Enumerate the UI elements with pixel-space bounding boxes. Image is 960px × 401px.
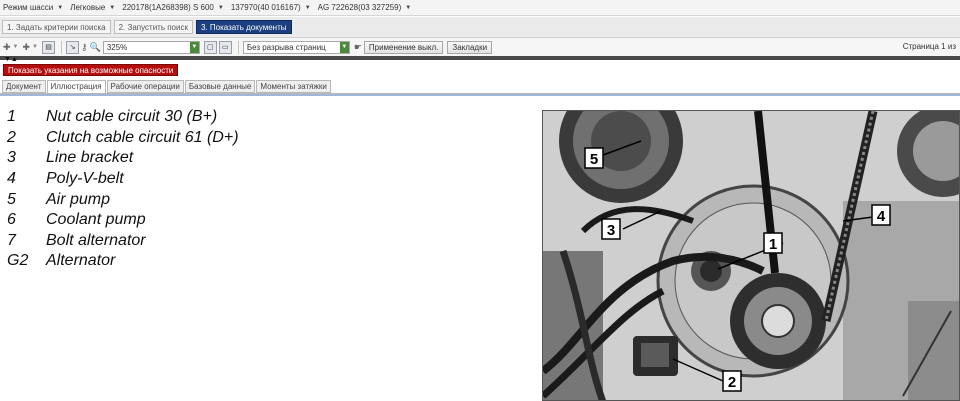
- crumb-model-label: 220178(1A268398) S 600: [122, 3, 214, 12]
- legend-item: 6 Coolant pump: [7, 210, 239, 231]
- select-area-icon[interactable]: ↘: [66, 40, 79, 54]
- tab-work-operations[interactable]: Рабочие операции: [106, 80, 184, 93]
- legend-item: 3 Line bracket: [7, 148, 239, 169]
- show-hazards-button[interactable]: Показать указания на возможные опасности: [3, 64, 179, 76]
- callout-5: 5: [590, 151, 598, 168]
- apply-toggle-button[interactable]: Применение выкл.: [363, 40, 444, 54]
- tab-document[interactable]: Документ: [2, 80, 46, 93]
- legend-item: 5 Air pump: [7, 189, 239, 210]
- legend-number: 4: [7, 170, 16, 188]
- callout-1: 1: [769, 236, 777, 253]
- chevron-down-icon: ▼: [405, 4, 412, 11]
- forward-dropdown-icon[interactable]: ▼: [32, 41, 38, 54]
- legend-text: Clutch cable circuit 61 (D+): [46, 128, 239, 146]
- step-show-documents[interactable]: 3. Показать документы: [195, 20, 292, 34]
- legend-item: G2 Alternator: [7, 251, 239, 272]
- crumb-engine[interactable]: 137970(40 016167) ▼: [231, 3, 311, 12]
- tab-basic-data[interactable]: Базовые данные: [184, 80, 256, 93]
- chevron-down-icon: ▼: [57, 4, 64, 11]
- callout-2: 2: [728, 374, 736, 391]
- toolbar-separator: [61, 40, 62, 54]
- crumb-model[interactable]: 220178(1A268398) S 600 ▼: [122, 3, 224, 12]
- legend-text: Line bracket: [46, 149, 134, 167]
- fit-page-icon[interactable]: ▢: [203, 40, 217, 54]
- engine-illustration: 1 2 3 4 5: [542, 110, 960, 401]
- zoom-icon[interactable]: 🔍: [90, 41, 101, 54]
- page-indicator: Страница 1 из: [902, 42, 956, 51]
- crumb-transmission-label: AG 722628(03 327259): [317, 3, 402, 12]
- bookmarks-button[interactable]: Закладки: [447, 40, 493, 54]
- key-icon[interactable]: ⚷: [81, 41, 88, 54]
- page-mode-select[interactable]: Без разрыва страниц ▼: [242, 40, 350, 54]
- legend-text: Air pump: [46, 190, 111, 208]
- engine-drawing: 1 2 3 4 5: [543, 111, 959, 400]
- legend-item: 2 Clutch cable circuit 61 (D+): [7, 128, 239, 149]
- legend-item: 1 Nut cable circuit 30 (B+): [7, 107, 239, 128]
- legend-number: 5: [7, 190, 16, 208]
- legend-number: G2: [7, 252, 29, 270]
- step-run-search[interactable]: 2. Запустить поиск: [113, 20, 193, 34]
- chevron-down-icon: ▼: [189, 41, 199, 53]
- legend-text: Nut cable circuit 30 (B+): [46, 108, 218, 126]
- crumb-engine-label: 137970(40 016167): [230, 3, 301, 12]
- legend-number: 3: [7, 149, 16, 167]
- legend-number: 2: [7, 128, 16, 146]
- page-mode-value: Без разрыва страниц: [246, 42, 326, 52]
- zoom-select[interactable]: 325% ▼: [102, 40, 200, 54]
- legend-item: 7 Bolt alternator: [7, 231, 239, 252]
- legend-text: Coolant pump: [46, 211, 146, 229]
- chevron-down-icon: ▼: [304, 4, 311, 11]
- legend-number: 7: [7, 231, 16, 249]
- crumb-vehicle-type[interactable]: Легковые ▼: [70, 3, 115, 12]
- callout-4: 4: [877, 208, 886, 225]
- legend-text: Poly-V-belt: [46, 170, 124, 188]
- chevron-down-icon: ▼: [217, 4, 224, 11]
- vehicle-path-bar: Режим шасси ▼ Легковые ▼ 220178(1A268398) …: [0, 0, 960, 16]
- back-dropdown-icon[interactable]: ▼: [13, 41, 19, 54]
- callout-3: 3: [607, 222, 615, 239]
- fit-width-icon[interactable]: ▭: [218, 40, 232, 54]
- print-icon[interactable]: ▤: [42, 40, 55, 54]
- toolbar-separator: [237, 40, 239, 54]
- legend-number: 1: [7, 108, 16, 126]
- document-tabs: Документ Иллюстрация Рабочие операции Ба…: [2, 80, 332, 94]
- legend-text: Alternator: [46, 252, 116, 270]
- crumb-vehicle-type-label: Легковые: [70, 3, 106, 12]
- legend-text: Bolt alternator: [46, 231, 146, 249]
- step-define-criteria[interactable]: 1. Задать критерии поиска: [2, 20, 111, 34]
- document-toolbar: ✚ ▼ ✚ ▼ ▤ ↘ ⚷ 🔍 325% ▼ ▢ ▭ Без разрыва с…: [0, 38, 960, 56]
- chevron-down-icon: ▼: [339, 41, 349, 53]
- crumb-mode[interactable]: Режим шасси ▼: [3, 3, 63, 12]
- step-bar: 1. Задать критерии поиска 2. Запустить п…: [0, 17, 960, 38]
- content-top-border: [0, 94, 960, 96]
- back-icon[interactable]: ✚: [3, 41, 11, 54]
- legend-number: 6: [7, 211, 16, 229]
- collapse-toggle-icon[interactable]: ▼▲: [4, 56, 18, 63]
- hand-tool-icon[interactable]: ☛: [354, 41, 362, 54]
- crumb-transmission[interactable]: AG 722628(03 327259) ▼: [318, 3, 412, 12]
- panel-splitter[interactable]: [0, 56, 960, 60]
- tab-tightening-torques[interactable]: Моменты затяжки: [256, 80, 331, 93]
- crumb-mode-label: Режим шасси: [3, 3, 54, 12]
- forward-icon[interactable]: ✚: [23, 41, 31, 54]
- legend-item: 4 Poly-V-belt: [7, 169, 239, 190]
- tab-illustration[interactable]: Иллюстрация: [46, 80, 106, 94]
- illustration-legend: 1 Nut cable circuit 30 (B+) 2 Clutch cable…: [7, 107, 239, 272]
- chevron-down-icon: ▼: [109, 4, 116, 11]
- zoom-value: 325%: [106, 42, 128, 52]
